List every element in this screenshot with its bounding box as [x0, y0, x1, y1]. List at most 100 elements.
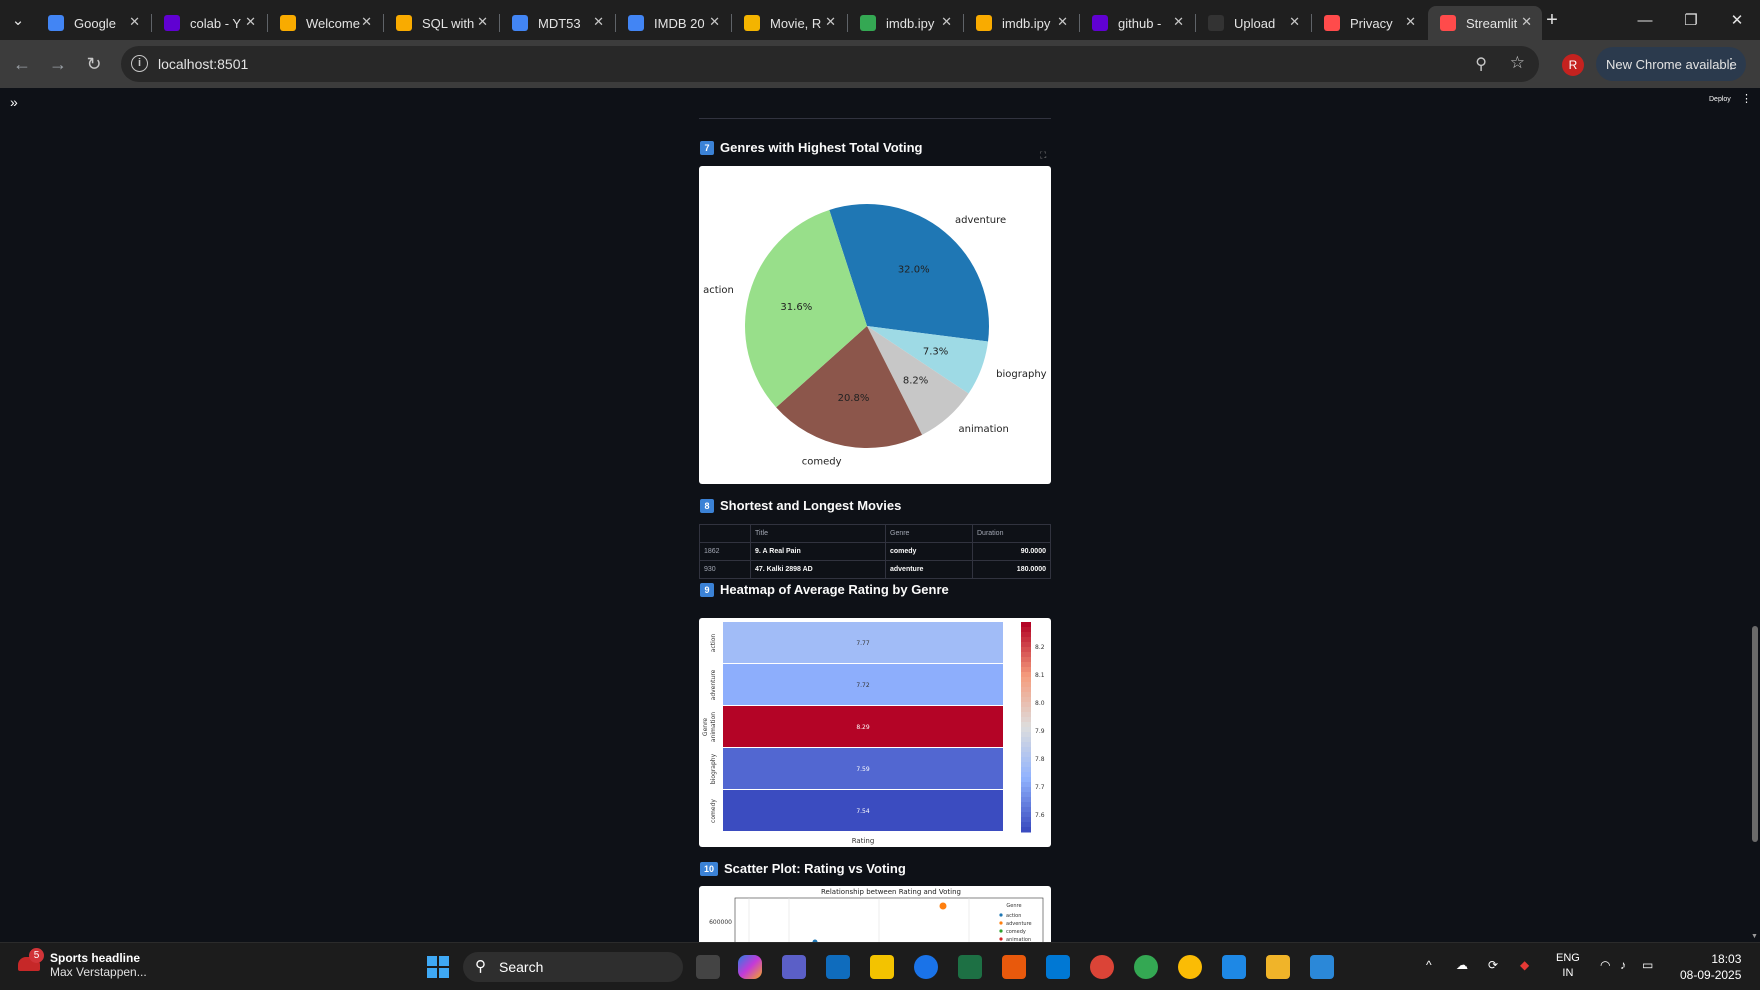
chrome-profile-icon[interactable]: [914, 955, 938, 979]
scrollbar-thumb[interactable]: [1752, 626, 1758, 842]
movies-dataframe[interactable]: Title Genre Duration 1862 9. A Real Pain…: [699, 524, 1051, 579]
chrome-icon[interactable]: [1134, 955, 1158, 979]
close-tab-icon[interactable]: ✕: [1521, 14, 1532, 30]
browser-tab[interactable]: Upload ✕: [1196, 6, 1310, 40]
close-tab-icon[interactable]: ✕: [709, 14, 720, 30]
news-widget[interactable]: 5 Sports headline Max Verstappen...: [18, 948, 147, 979]
sidebar-expand-icon[interactable]: »: [10, 94, 18, 110]
close-window-button[interactable]: ✕: [1714, 0, 1760, 40]
onedrive-icon[interactable]: ☁: [1456, 958, 1468, 972]
browser-tab[interactable]: Streamlit ✕: [1428, 6, 1542, 40]
deploy-button[interactable]: Deploy: [1709, 96, 1731, 103]
column-header-genre[interactable]: Genre: [885, 524, 973, 543]
new-tab-button[interactable]: +: [1532, 0, 1572, 40]
sync-icon[interactable]: ⟳: [1488, 958, 1498, 972]
close-tab-icon[interactable]: ✕: [129, 14, 140, 30]
browser-tab[interactable]: MDT53 ✕: [500, 6, 614, 40]
vscode-icon[interactable]: [1046, 955, 1070, 979]
system-clock[interactable]: 18:03 08-09-2025: [1680, 951, 1741, 983]
zoom-icon[interactable]: ⚲: [1475, 54, 1487, 74]
number-emoji: 9: [700, 582, 714, 597]
sticky-notes-icon[interactable]: [870, 955, 894, 979]
browser-tab[interactable]: github - ✕: [1080, 6, 1194, 40]
xampp-icon[interactable]: [1002, 955, 1026, 979]
close-tab-icon[interactable]: ✕: [1057, 14, 1068, 30]
restore-button[interactable]: ❐: [1668, 0, 1714, 40]
close-tab-icon[interactable]: ✕: [477, 14, 488, 30]
scatter-legend-title: Genre: [1006, 903, 1021, 909]
address-bar[interactable]: i localhost:8501 ⚲ ☆: [121, 46, 1539, 82]
table-row[interactable]: 1862 9. A Real Pain comedy 90.0000: [699, 542, 1051, 561]
task-view-icon[interactable]: [696, 955, 720, 979]
close-tab-icon[interactable]: ✕: [1405, 14, 1416, 30]
column-header-duration[interactable]: Duration: [972, 524, 1051, 543]
genre-cell[interactable]: adventure: [885, 560, 973, 579]
more-menu-icon[interactable]: ⋮: [1724, 55, 1738, 72]
url-text[interactable]: localhost:8501: [158, 56, 248, 72]
outlook-icon[interactable]: [826, 955, 850, 979]
close-tab-icon[interactable]: ✕: [941, 14, 952, 30]
reload-icon[interactable]: ↻: [80, 50, 108, 78]
close-tab-icon[interactable]: ✕: [593, 14, 604, 30]
close-tab-icon[interactable]: ✕: [1173, 14, 1184, 30]
close-tab-icon[interactable]: ✕: [245, 14, 256, 30]
colab-icon: [976, 15, 992, 31]
colorbar-segment: [1021, 672, 1031, 678]
notepad-icon[interactable]: [1222, 955, 1246, 979]
column-header-index[interactable]: [699, 524, 751, 543]
colorbar-segment: [1021, 697, 1031, 703]
wifi-icon[interactable]: ◠: [1600, 958, 1610, 972]
section-title-heatmap: 9 Heatmap of Average Rating by Genre: [700, 582, 949, 597]
page-scrollbar[interactable]: [1750, 88, 1760, 942]
browser-tab[interactable]: Movie, R ✕: [732, 6, 846, 40]
notification-app-icon[interactable]: ◆: [1520, 958, 1529, 972]
browser-tab[interactable]: imdb.ipy ✕: [848, 6, 962, 40]
chrome-alt-icon[interactable]: [1178, 955, 1202, 979]
site-info-icon[interactable]: i: [131, 55, 148, 72]
scatter-legend-marker: [999, 937, 1003, 941]
duration-cell[interactable]: 90.0000: [972, 542, 1051, 561]
browser-tab[interactable]: Privacy ✕: [1312, 6, 1426, 40]
duration-cell[interactable]: 180.0000: [972, 560, 1051, 579]
back-icon[interactable]: ←: [8, 50, 36, 78]
colorbar-segment: [1021, 712, 1031, 718]
minimize-button[interactable]: —: [1622, 0, 1668, 40]
colorbar-segment: [1021, 707, 1031, 713]
pie-category-label: biography: [996, 369, 1047, 380]
browser-tab[interactable]: Google ✕: [36, 6, 150, 40]
fullscreen-icon[interactable]: ⛶: [1040, 150, 1046, 161]
chrome-active-icon[interactable]: [1090, 955, 1114, 979]
copilot-icon[interactable]: [738, 955, 762, 979]
browser-tab[interactable]: IMDB 20 ✕: [616, 6, 730, 40]
title-cell[interactable]: 47. Kalki 2898 AD: [750, 560, 886, 579]
tab-search-chevron-icon[interactable]: ⌄: [0, 0, 36, 40]
language-indicator[interactable]: ENG IN: [1556, 951, 1580, 981]
profile-avatar[interactable]: R: [1562, 54, 1584, 76]
forward-icon[interactable]: →: [44, 50, 72, 78]
bookmark-star-icon[interactable]: ☆: [1510, 53, 1525, 73]
table-row[interactable]: 930 47. Kalki 2898 AD adventure 180.0000: [699, 560, 1051, 579]
close-tab-icon[interactable]: ✕: [1289, 14, 1300, 30]
column-header-title[interactable]: Title: [750, 524, 886, 543]
close-tab-icon[interactable]: ✕: [361, 14, 372, 30]
browser-tab[interactable]: imdb.ipy ✕: [964, 6, 1078, 40]
close-tab-icon[interactable]: ✕: [825, 14, 836, 30]
tray-overflow-icon[interactable]: ^: [1426, 958, 1432, 972]
taskbar-search[interactable]: ⚲ Search: [463, 952, 683, 982]
genre-cell[interactable]: comedy: [885, 542, 973, 561]
photos-icon[interactable]: [1310, 955, 1334, 979]
update-chrome-button[interactable]: New Chrome available ⋮: [1596, 47, 1746, 81]
file-explorer-icon[interactable]: [1266, 955, 1290, 979]
heatmap-row-label: biography: [710, 753, 717, 784]
excel-icon[interactable]: [958, 955, 982, 979]
teams-icon[interactable]: [782, 955, 806, 979]
battery-icon[interactable]: ▭: [1642, 958, 1653, 972]
title-cell[interactable]: 9. A Real Pain: [750, 542, 886, 561]
volume-icon[interactable]: ♪: [1620, 958, 1626, 972]
scatter-point: [939, 902, 947, 910]
browser-tab[interactable]: colab - Y ✕: [152, 6, 266, 40]
windows-start-icon[interactable]: [426, 955, 450, 979]
browser-tab[interactable]: SQL with ✕: [384, 6, 498, 40]
browser-tab[interactable]: Welcome ✕: [268, 6, 382, 40]
scroll-down-arrow-icon[interactable]: ▼: [1751, 933, 1758, 940]
